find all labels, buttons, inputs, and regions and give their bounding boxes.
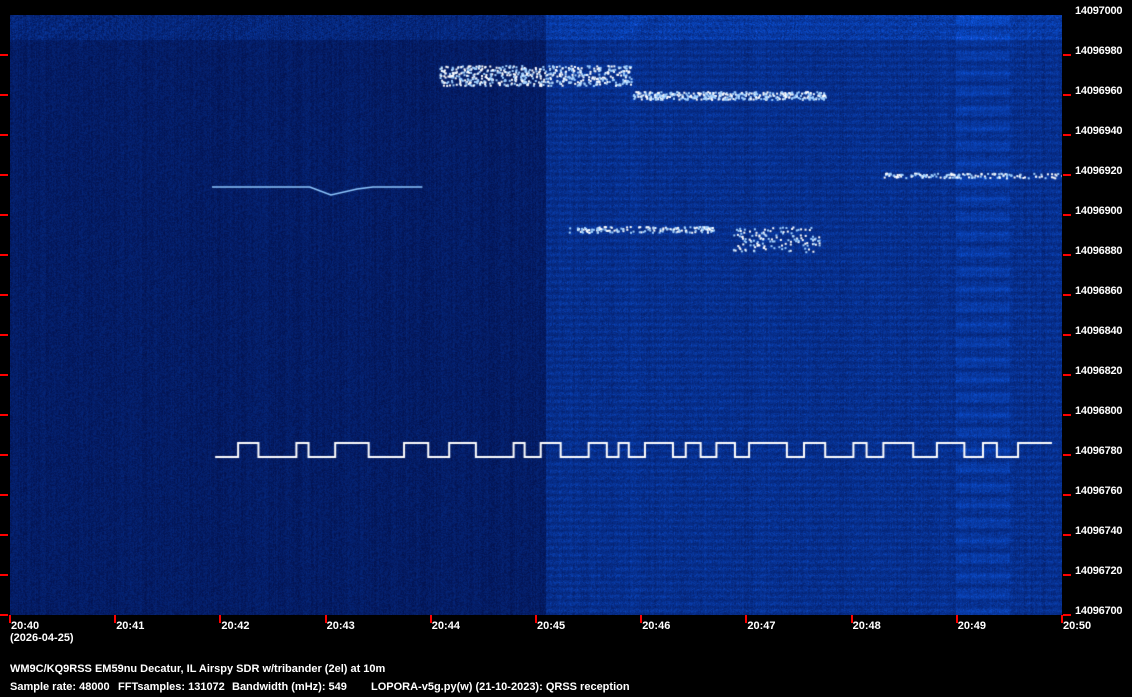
x-tick-label: 20:49: [957, 620, 986, 632]
y-tick-mark: [0, 334, 8, 336]
y-tick-mark: [0, 174, 8, 176]
x-tick-label: 20:45: [537, 620, 566, 632]
y-tick-mark: [1063, 254, 1071, 256]
y-tick-label: 14096880: [1075, 245, 1123, 257]
x-tick-label: 20:48: [852, 620, 881, 632]
x-tick-label: 20:41: [116, 620, 145, 632]
x-tick-label: 20:50: [1063, 620, 1092, 632]
y-tick-label: 14096920: [1075, 165, 1123, 177]
y-tick-mark: [1063, 134, 1071, 136]
y-tick-mark: [1063, 334, 1071, 336]
y-tick-label: 14096840: [1075, 325, 1123, 337]
y-tick-mark: [1063, 54, 1071, 56]
y-tick-mark: [0, 454, 8, 456]
y-tick-mark: [0, 94, 8, 96]
y-tick-label: 14096860: [1075, 285, 1123, 297]
bandwidth: Bandwidth (mHz): 549: [232, 681, 347, 693]
y-tick-mark: [1063, 414, 1071, 416]
y-tick-mark: [1063, 294, 1071, 296]
y-tick-label: 14096800: [1075, 405, 1123, 417]
y-tick-mark: [1063, 494, 1071, 496]
y-tick-mark: [0, 614, 8, 616]
y-tick-label: 14096780: [1075, 445, 1123, 457]
y-tick-label: 14097000: [1075, 5, 1123, 17]
y-tick-label: 14096820: [1075, 365, 1123, 377]
station-info: WM9C/KQ9RSS EM59nu Decatur, IL Airspy SD…: [10, 663, 386, 675]
x-tick-label: 20:47: [747, 620, 776, 632]
y-tick-mark: [0, 254, 8, 256]
x-tick-label: 20:40: [11, 620, 40, 632]
y-tick-label: 14096960: [1075, 85, 1123, 97]
y-tick-mark: [1063, 174, 1071, 176]
y-tick-mark: [0, 54, 8, 56]
fft-samples: FFTsamples: 131072: [118, 681, 225, 693]
y-tick-mark: [1063, 534, 1071, 536]
y-tick-mark: [0, 294, 8, 296]
sample-rate: Sample rate: 48000: [10, 681, 110, 693]
x-tick-label: 20:42: [221, 620, 250, 632]
x-tick-label: 20:44: [431, 620, 460, 632]
software-info: LOPORA-v5g.py(w) (21-10-2023): QRSS rece…: [371, 681, 630, 693]
y-tick-mark: [0, 134, 8, 136]
y-tick-label: 14096940: [1075, 125, 1123, 137]
waterfall-plot: [10, 15, 1062, 615]
y-tick-label: 14096900: [1075, 205, 1123, 217]
y-tick-mark: [0, 494, 8, 496]
spectrogram-canvas: [10, 15, 1062, 615]
y-tick-mark: [0, 574, 8, 576]
y-tick-mark: [1063, 374, 1071, 376]
y-tick-mark: [0, 414, 8, 416]
y-tick-mark: [0, 214, 8, 216]
y-tick-mark: [1063, 454, 1071, 456]
y-tick-mark: [0, 534, 8, 536]
x-tick-label: 20:43: [326, 620, 355, 632]
y-tick-label: 14096700: [1075, 605, 1123, 617]
y-tick-label: 14096980: [1075, 45, 1123, 57]
y-tick-mark: [1063, 94, 1071, 96]
y-tick-mark: [1063, 614, 1071, 616]
y-tick-label: 14096740: [1075, 525, 1123, 537]
y-tick-mark: [0, 374, 8, 376]
y-tick-label: 14096760: [1075, 485, 1123, 497]
x-tick-label: 20:46: [642, 620, 671, 632]
y-tick-mark: [1063, 214, 1071, 216]
y-tick-mark: [1063, 574, 1071, 576]
date-label: (2026-04-25): [10, 632, 74, 644]
y-tick-label: 14096720: [1075, 565, 1123, 577]
